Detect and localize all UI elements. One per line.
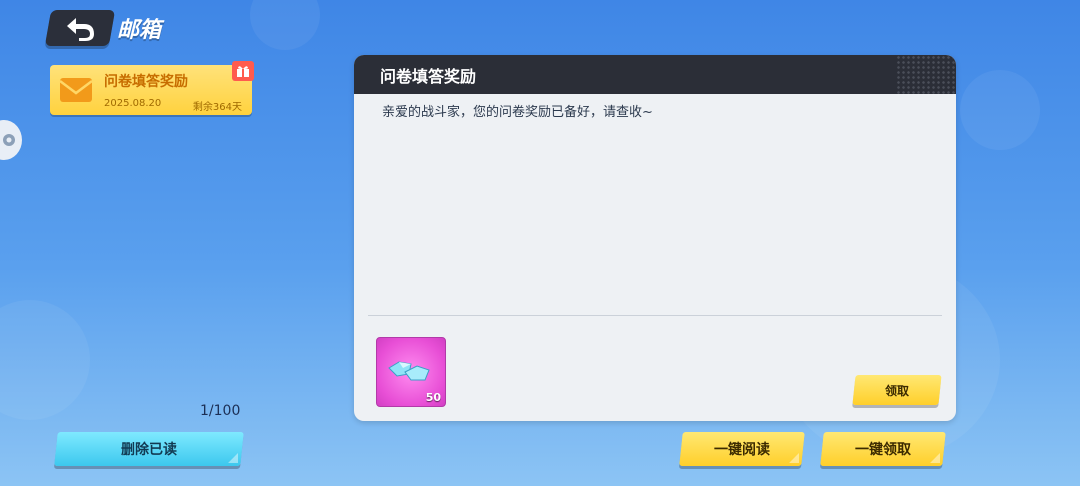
header-pattern [896, 55, 956, 94]
mail-list-item[interactable]: 问卷填答奖励 2025.08.20 剩余364天 [50, 61, 254, 115]
mail-detail-title: 问卷填答奖励 [380, 66, 477, 86]
mail-body-text: 亲爱的战斗家，您的问卷奖励已备好，请查收~ [382, 105, 653, 120]
claim-button[interactable]: 领取 [852, 375, 942, 405]
background-doodle [960, 70, 1040, 150]
gear-icon [3, 134, 15, 146]
envelope-icon [59, 78, 93, 102]
page-title: 邮箱 [117, 18, 162, 43]
divider [368, 315, 942, 316]
reward-item[interactable]: 50 [376, 337, 446, 407]
delete-read-button[interactable]: 删除已读 [54, 432, 244, 466]
mail-subject: 问卷填答奖励 [104, 74, 188, 90]
gift-icon [232, 61, 254, 81]
mail-detail-panel: 问卷填答奖励 亲爱的战斗家，您的问卷奖励已备好，请查收~ 50 领取 [354, 55, 956, 421]
reward-quantity: 50 [425, 391, 441, 404]
button-corner [789, 453, 799, 463]
claim-all-button[interactable]: 一键领取 [820, 432, 946, 466]
delete-read-label: 删除已读 [121, 442, 177, 458]
claim-all-label: 一键领取 [855, 442, 911, 458]
mail-detail-header: 问卷填答奖励 [354, 55, 956, 94]
button-corner [228, 453, 238, 463]
background-doodle [0, 300, 90, 420]
read-all-label: 一键阅读 [714, 442, 770, 458]
claim-label: 领取 [884, 383, 909, 398]
mail-date: 2025.08.20 [104, 98, 162, 109]
back-button[interactable] [44, 10, 116, 46]
mail-page-count: 1/100 [200, 403, 241, 419]
back-arrow-icon [67, 18, 94, 41]
button-corner [930, 453, 940, 463]
mail-remaining-days: 剩余364天 [192, 102, 242, 113]
side-tab[interactable] [0, 120, 22, 160]
background-doodle [250, 0, 320, 50]
read-all-button[interactable]: 一键阅读 [679, 432, 805, 466]
